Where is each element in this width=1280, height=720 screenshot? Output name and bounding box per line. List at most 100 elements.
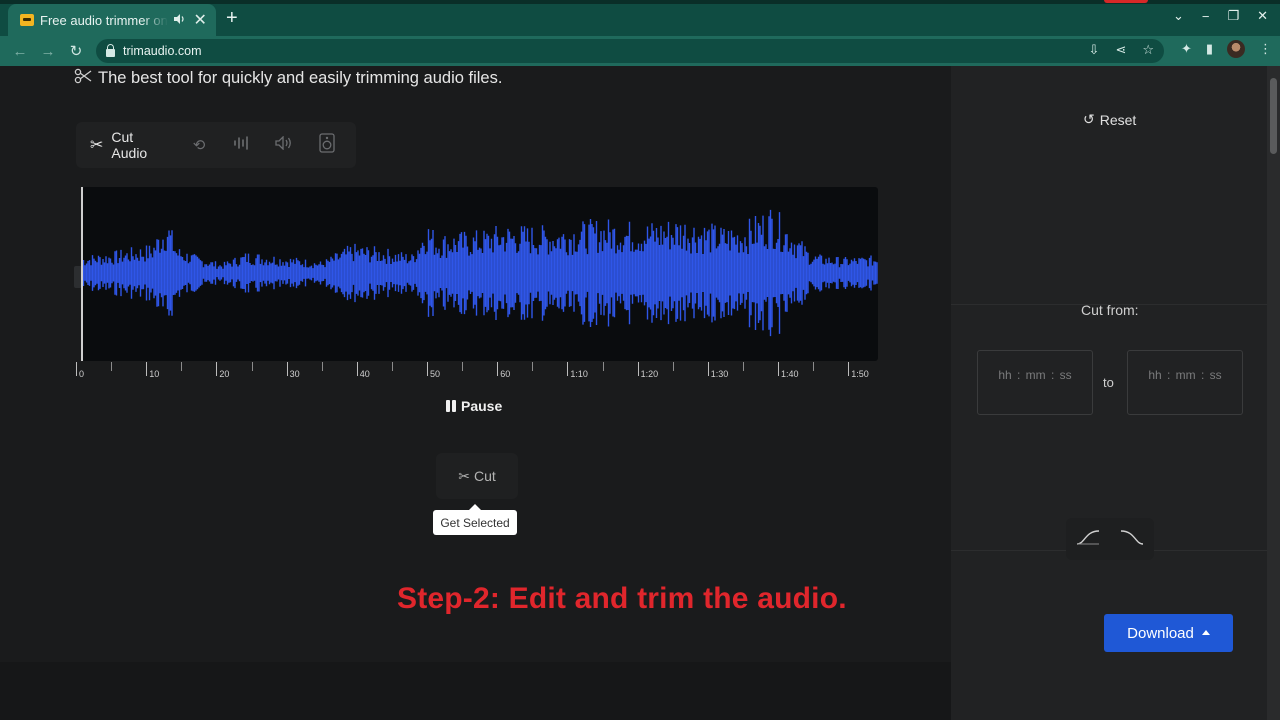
ruler-label: 1:30 [710, 369, 729, 379]
reset-label: Reset [1099, 111, 1137, 128]
ruler-minor-tick [462, 362, 464, 371]
fade-in-icon[interactable] [1076, 529, 1100, 550]
ruler-major-tick [356, 362, 358, 376]
window-close-icon[interactable]: ✕ [1257, 8, 1268, 24]
cut-button[interactable]: ✂ Cut [436, 453, 518, 499]
maximize-icon[interactable]: ❐ [1227, 8, 1239, 24]
browser-extension-area: ✦ ▮ ⋮ [1181, 40, 1272, 58]
browser-menu-icon[interactable]: ⋮ [1259, 41, 1272, 57]
ruler-major-tick [146, 362, 148, 376]
ruler-minor-tick [602, 362, 604, 371]
ruler-minor-tick [181, 362, 183, 371]
scissors-icon: ✂ [458, 467, 470, 484]
address-bar[interactable]: trimaudio.com ⇩ ⋖ ☆ [96, 39, 1164, 63]
waveform-svg [82, 209, 878, 337]
browser-toolbar: ← → ↻ trimaudio.com ⇩ ⋖ ☆ [0, 36, 1280, 66]
page-headline: The best tool for quickly and easily tri… [74, 68, 502, 89]
scissors-icon: ✂ [90, 137, 104, 154]
playhead-cursor[interactable] [81, 187, 83, 361]
omnibox-actions: ⇩ ⋖ ☆ [1089, 42, 1154, 58]
back-icon[interactable]: ← [6, 43, 34, 60]
ruler-minor-tick [251, 362, 253, 371]
ruler-major-tick [427, 362, 428, 376]
tutorial-caption: Step-2: Edit and trim the audio. [397, 582, 847, 615]
ruler-label: 1:40 [781, 369, 799, 379]
fade-controls [1066, 518, 1154, 560]
ruler-major-tick [637, 362, 639, 376]
timeline-ruler: 0 10 20 30 40 50 60 1:10 1:20 1:30 1:40 1:50 [74, 360, 874, 382]
site-favicon-icon [20, 14, 34, 26]
share-icon[interactable]: ⋖ [1115, 42, 1126, 58]
ruler-label: 60 [500, 369, 511, 379]
start-time-placeholder: hh : mm : ss [998, 368, 1072, 382]
forward-icon[interactable]: → [34, 43, 62, 60]
ruler-major-tick [567, 362, 569, 376]
browser-tabstrip: Free audio trimmer online ✕ + ⌄ − ❐ ✕ [0, 0, 1280, 36]
ruler-major-tick [286, 362, 288, 376]
ruler-major-tick [497, 362, 499, 376]
pause-label: Pause [461, 398, 503, 414]
speed-icon[interactable]: ⟲ [185, 136, 213, 154]
recording-indicator [1104, 0, 1148, 3]
cut-from-label: Cut from: [1081, 302, 1139, 318]
ruler-label: 1:20 [640, 369, 659, 379]
ruler-major-tick [848, 362, 850, 376]
reset-button[interactable]: ↺ Reset [1083, 111, 1136, 128]
bookmark-star-icon[interactable]: ☆ [1142, 42, 1154, 58]
ruler-label: 20 [219, 369, 230, 379]
address-url[interactable]: trimaudio.com [123, 44, 202, 58]
headline-text: The best tool for quickly and easily tri… [98, 69, 503, 87]
install-app-icon[interactable]: ⇩ [1089, 42, 1100, 58]
ruler-major-tick [76, 362, 77, 376]
ruler-major-tick [778, 362, 779, 376]
cut-end-time-input[interactable]: hh : mm : ss [1127, 350, 1243, 415]
cut-audio-tab[interactable]: ✂ Cut Audio [90, 129, 171, 161]
ruler-label: 40 [359, 369, 370, 379]
window-controls: ⌄ − ❐ ✕ [1173, 8, 1268, 24]
extensions-puzzle-icon[interactable]: ✦ [1181, 41, 1192, 57]
to-label: to [1103, 375, 1114, 390]
ruler-minor-tick [321, 362, 323, 371]
reload-icon[interactable]: ↻ [62, 42, 90, 60]
fade-out-icon[interactable] [1120, 529, 1144, 550]
scrollbar-thumb[interactable] [1270, 78, 1277, 154]
profile-avatar[interactable] [1227, 40, 1245, 58]
browser-tab-active[interactable]: Free audio trimmer online ✕ [8, 4, 216, 36]
waveform-canvas[interactable] [82, 187, 878, 361]
scissors-icon [74, 68, 92, 89]
equalizer-icon[interactable] [228, 136, 256, 154]
pause-button[interactable]: Pause [446, 398, 502, 414]
ruler-minor-tick [813, 362, 815, 371]
get-selected-tooltip: Get Selected [433, 504, 517, 535]
bottom-band [0, 662, 951, 720]
ruler-label: 10 [149, 369, 160, 379]
volume-icon[interactable] [271, 135, 299, 154]
waveform-path [82, 209, 878, 337]
cut-label: Cut [473, 468, 496, 484]
tab-list-icon[interactable]: ⌄ [1173, 8, 1184, 24]
download-button[interactable]: Download [1104, 614, 1233, 652]
minimize-icon[interactable]: − [1202, 9, 1210, 24]
page-scrollbar[interactable] [1267, 66, 1280, 720]
cut-start-time-input[interactable]: hh : mm : ss [977, 350, 1093, 415]
download-label: Download [1127, 624, 1194, 642]
new-tab-button[interactable]: + [226, 6, 238, 30]
end-time-placeholder: hh : mm : ss [1148, 368, 1222, 382]
speaker-box-icon[interactable] [313, 133, 341, 157]
tab-close-icon[interactable]: ✕ [192, 10, 208, 30]
ruler-major-tick [707, 362, 709, 376]
ruler-minor-tick [742, 362, 744, 371]
lock-icon[interactable] [106, 43, 115, 57]
cut-audio-label: Cut Audio [111, 129, 148, 161]
editor-tool-row: ✂ Cut Audio ⟲ [76, 122, 356, 168]
side-panel-icon[interactable]: ▮ [1206, 41, 1213, 57]
ruler-label: 30 [289, 369, 300, 379]
tab-audio-icon[interactable] [174, 13, 186, 27]
reset-icon: ↺ [1083, 111, 1095, 127]
ruler-label: 50 [430, 369, 441, 379]
ruler-minor-tick [532, 362, 534, 371]
ruler-minor-tick [111, 362, 113, 371]
tab-title: Free audio trimmer online [40, 12, 168, 28]
ruler-label: 1:50 [851, 369, 869, 379]
ruler-label: 1:10 [570, 369, 588, 379]
